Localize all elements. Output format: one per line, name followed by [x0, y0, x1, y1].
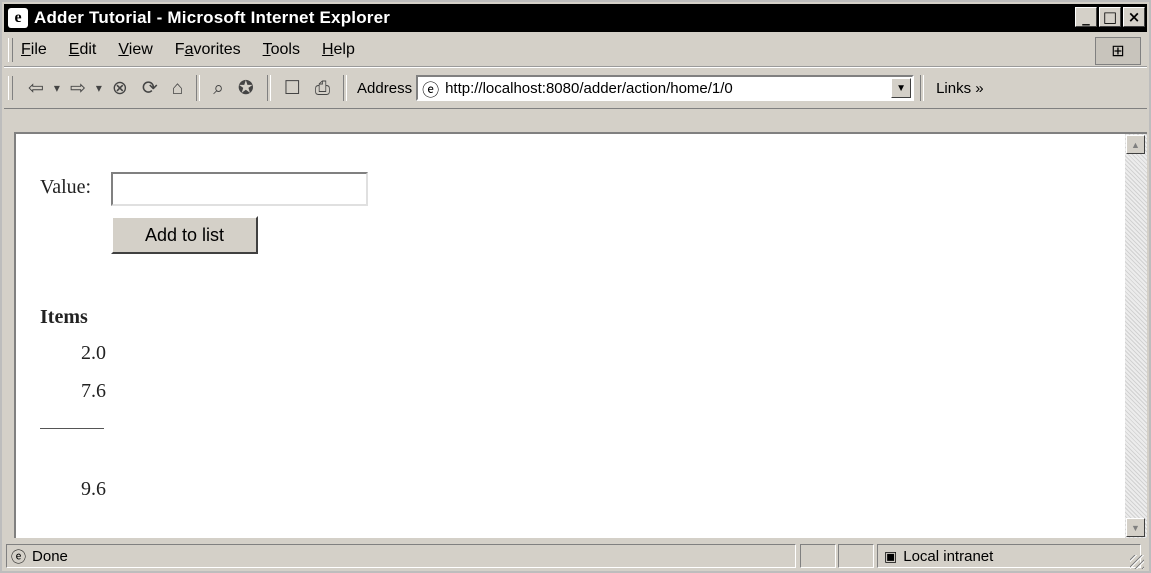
forward-icon[interactable]: ⇨ — [70, 79, 86, 98]
address-bar[interactable]: ⓔ http://localhost:8080/adder/action/hom… — [416, 75, 915, 101]
window-controls: _ □ × — [1075, 7, 1145, 27]
toolbar-separator — [266, 75, 271, 101]
stop-icon[interactable]: ⊗ — [112, 79, 128, 98]
items-total: 9.6 — [81, 478, 106, 500]
favorites-icon[interactable]: ✪ — [238, 79, 254, 98]
vertical-scrollbar[interactable]: ▲ ▼ — [1125, 132, 1147, 538]
mail-icon[interactable]: ☐ — [284, 79, 301, 98]
back-icon[interactable]: ⇦ — [28, 79, 44, 98]
menu-tools[interactable]: Tools — [263, 41, 300, 59]
toolbar: ⇦ ▾ ⇨ ▾ ⊗ ⟳ ⌂ ⌕ ✪ ☐ ⎙ Address ⓔ http://l… — [4, 67, 1147, 109]
status-cell — [838, 544, 874, 568]
windows-logo-icon: ⊞ — [1095, 37, 1141, 65]
refresh-icon[interactable]: ⟳ — [142, 79, 158, 98]
status-cell — [800, 544, 836, 568]
minimize-button[interactable]: _ — [1075, 7, 1097, 27]
maximize-button[interactable]: □ — [1099, 7, 1121, 27]
status-bar: ⓔ Done ▣ Local intranet — [4, 542, 1147, 572]
search-icon[interactable]: ⌕ — [213, 79, 224, 98]
home-icon[interactable]: ⌂ — [172, 79, 183, 98]
links-button[interactable]: Links » — [936, 80, 984, 97]
window-title: Adder Tutorial - Microsoft Internet Expl… — [34, 8, 391, 27]
menu-file[interactable]: File — [21, 41, 47, 59]
menu-view[interactable]: View — [118, 41, 152, 59]
list-item: 7.6 — [81, 380, 106, 402]
menu-edit[interactable]: Edit — [69, 41, 97, 59]
title-bar[interactable]: e Adder Tutorial - Microsoft Internet Ex… — [4, 4, 1147, 32]
menu-help[interactable]: Help — [322, 41, 355, 59]
security-zone: ▣ Local intranet — [877, 544, 1141, 568]
back-dropdown-icon[interactable]: ▾ — [54, 82, 60, 94]
add-to-list-button[interactable]: Add to list — [111, 216, 258, 254]
page-status-icon: ⓔ — [11, 548, 27, 566]
scroll-up-icon[interactable]: ▲ — [1126, 135, 1145, 154]
ie-logo-icon: e — [8, 8, 28, 28]
toolbar-separator — [196, 75, 201, 101]
page-icon: ⓔ — [422, 80, 440, 100]
value-label: Value: — [40, 176, 92, 198]
list-item: 2.0 — [81, 342, 106, 364]
toolbar-grip[interactable] — [8, 76, 13, 100]
status-pane: ⓔ Done — [6, 544, 796, 568]
address-url[interactable]: http://localhost:8080/adder/action/home/… — [445, 80, 733, 97]
status-text: Done — [32, 547, 68, 565]
toolbar-separator — [343, 75, 348, 101]
items-divider — [40, 428, 104, 429]
menu-bar: File Edit View Favorites Tools Help ⊞ — [4, 34, 1147, 67]
intranet-icon: ▣ — [884, 547, 898, 564]
page-content: Value: Add to list Items 2.0 7.6 9.6 — [14, 132, 1125, 538]
zone-text: Local intranet — [903, 547, 994, 565]
print-icon[interactable]: ⎙ — [315, 79, 330, 98]
browser-window: e Adder Tutorial - Microsoft Internet Ex… — [0, 0, 1151, 573]
toolbar-separator — [920, 75, 925, 101]
menu-favorites[interactable]: Favorites — [175, 41, 241, 59]
items-heading: Items — [40, 306, 88, 328]
address-dropdown-icon[interactable]: ▼ — [891, 78, 912, 98]
value-input[interactable] — [111, 172, 368, 206]
scroll-down-icon[interactable]: ▼ — [1126, 518, 1145, 537]
menu-grip[interactable] — [8, 38, 13, 62]
resize-grip[interactable] — [1130, 555, 1144, 569]
address-label: Address — [357, 79, 413, 97]
close-button[interactable]: × — [1123, 7, 1145, 27]
forward-dropdown-icon[interactable]: ▾ — [96, 82, 102, 94]
